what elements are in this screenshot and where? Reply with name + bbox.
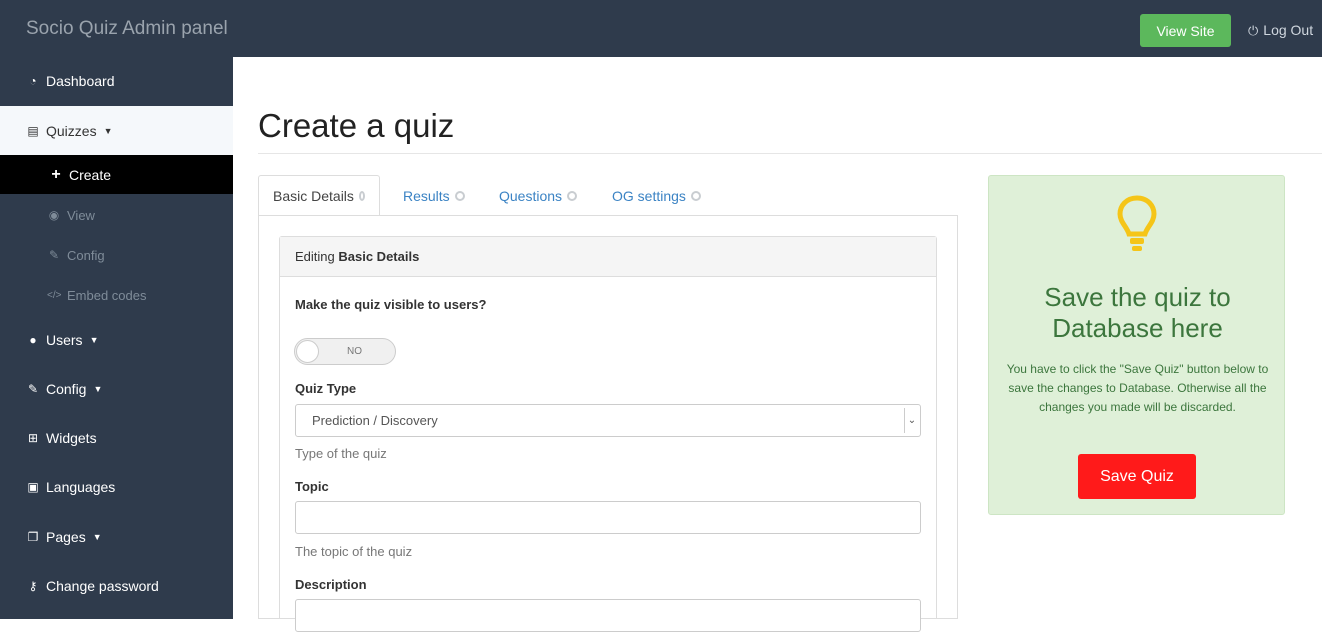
sidebar-item-label: Widgets [46,429,97,446]
caret-down-icon: ▼ [92,531,102,542]
toggle-text: NO [347,346,362,357]
sidebar-item-widgets[interactable]: ⊞ Widgets [0,413,233,462]
pages-icon: ❐ [27,529,39,544]
card-header-prefix: Editing [295,249,335,264]
lightbulb-icon [1117,195,1157,251]
quiz-type-label: Quiz Type [295,381,357,396]
sidebar-item-dashboard[interactable]: ◔ Dashboard [0,57,233,105]
notice-text: You have to click the "Save Quiz" button… [1006,362,1269,415]
tab-label: Questions [499,187,563,204]
topic-help: The topic of the quiz [295,544,413,559]
card-header-title: Basic Details [338,249,420,264]
sidebar-item-pages[interactable]: ❐ Pages ▼ [0,512,233,561]
quiz-type-value: Prediction / Discovery [312,413,438,428]
logout-label: Log Out [1263,22,1314,38]
top-navbar: Socio Quiz Admin panel View Site ⏻ Log Ou… [0,0,1322,57]
tab-og-settings[interactable]: OG settings [598,175,715,216]
user-icon: ● [29,332,37,347]
sidebar-item-embed-codes[interactable]: </> Embed codes [0,275,233,315]
sidebar-item-create[interactable]: + Create [0,155,233,194]
save-quiz-button[interactable]: Save Quiz [1078,454,1196,499]
sidebar-item-label: Embed codes [67,287,147,303]
sidebar-item-label: Config [67,247,105,263]
editing-card: Editing Basic Details Make the quiz visi… [279,236,937,632]
view-site-button[interactable]: View Site [1140,14,1231,47]
status-dot-icon [690,190,701,201]
eye-icon: ◉ [48,208,60,222]
key-icon: ⚷ [28,579,38,593]
status-dot-icon [454,190,465,201]
sidebar-item-label: Change password [46,578,159,594]
status-dot-icon [358,190,365,201]
plus-icon: + [51,165,61,183]
tab-label: Basic Details [273,187,354,204]
sitemap-icon: ⊞ [27,430,39,445]
card-header: Editing Basic Details [280,237,936,277]
dashboard-icon: ◔ [29,74,37,88]
brand-title[interactable]: Socio Quiz Admin panel [26,18,228,40]
sidebar-item-languages[interactable]: ▣ Languages [0,462,233,512]
tab-label: OG settings [612,187,686,204]
power-icon: ⏻ [1248,23,1259,38]
sidebar-item-users[interactable]: ● Users ▼ [0,315,233,364]
toggle-knob [296,340,319,363]
sidebar-item-quizzes[interactable]: ▤ Quizzes ▼ [0,106,233,155]
visible-label: Make the quiz visible to users? [295,297,487,312]
translate-icon: ▣ [27,480,39,494]
sidebar-item-label: Dashboard [46,73,115,89]
sidebar-item-label: View [67,207,95,223]
notice-title: Save the quiz to Database here [1044,282,1231,344]
main-content: Create a quiz Basic Details Results Ques… [233,57,1322,632]
quiz-type-help: Type of the quiz [295,446,387,461]
tab-basic-details[interactable]: Basic Details [258,175,380,216]
topic-input[interactable] [295,501,921,534]
logout-link[interactable]: ⏻ Log Out [1248,22,1313,39]
sidebar-item-config[interactable]: ✎ Config ▼ [0,364,233,413]
sidebar-item-label: Config [46,380,87,397]
sidebar-item-label: Pages [46,528,86,545]
quiz-type-select[interactable]: Prediction / Discovery ⌄ [295,404,921,437]
tab-questions[interactable]: Questions [485,175,591,216]
sidebar-item-label: Languages [46,479,116,495]
sidebar: ◔ Dashboard ▤ Quizzes ▼ + Create ◉ View ✎ Conf… [0,57,233,619]
sidebar-item-label: Create [69,166,112,183]
sidebar-item-label: Users [46,331,83,348]
sidebar-item-label: Quizzes [46,122,97,139]
sidebar-item-config-sub[interactable]: ✎ Config [0,235,233,275]
caret-down-icon: ▼ [103,125,113,136]
tab-results[interactable]: Results [389,175,479,216]
save-notice-panel: Save the quiz to Database here You have … [988,175,1285,515]
visibility-toggle[interactable]: NO [294,338,396,365]
chevron-down-icon: ⌄ [904,408,919,433]
topic-label: Topic [295,479,329,494]
tab-label: Results [403,187,450,204]
sidebar-item-view[interactable]: ◉ View [0,195,233,235]
caret-down-icon: ▼ [93,383,103,394]
wrench-icon: ✎ [27,381,39,396]
sidebar-item-change-password[interactable]: ⚷ Change password [0,561,233,611]
code-icon: </> [47,289,62,301]
tab-bar: Basic Details Results Questions OG setti… [258,175,958,216]
title-divider [258,153,1322,154]
page-title: Create a quiz [258,107,455,144]
caret-down-icon: ▼ [89,334,99,345]
status-dot-icon [567,190,578,201]
description-label: Description [295,577,367,592]
description-input[interactable] [295,599,921,632]
file-icon: ▤ [27,123,39,138]
wrench-icon: ✎ [48,248,60,262]
